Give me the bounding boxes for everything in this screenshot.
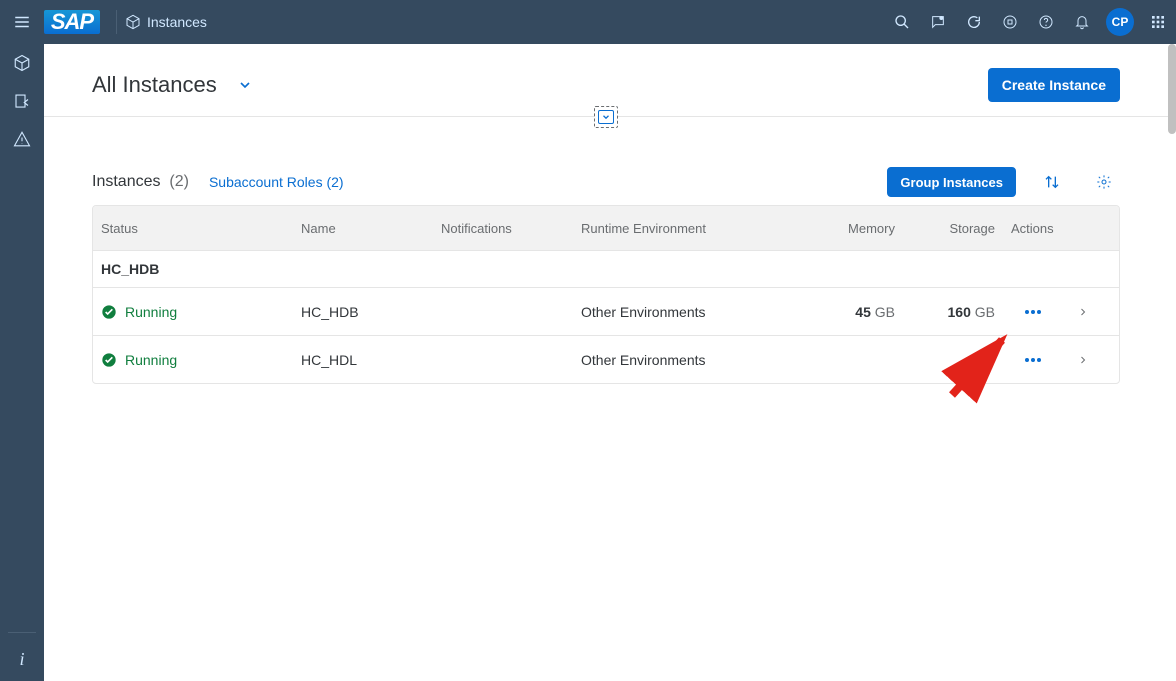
runtime-cell: Other Environments <box>573 294 773 330</box>
check-circle-icon <box>101 304 117 320</box>
grid-icon <box>1150 14 1166 30</box>
table-group-row[interactable]: HC_HDB <box>93 250 1119 287</box>
gear-icon <box>1096 174 1112 190</box>
row-actions <box>1003 338 1063 382</box>
table-row[interactable]: Running HC_HDB Other Environments 45 GB … <box>93 287 1119 335</box>
product-switch-button[interactable] <box>1140 0 1176 44</box>
notifications-button[interactable] <box>1064 0 1100 44</box>
import-icon <box>13 92 31 110</box>
chevron-right-icon <box>1077 306 1089 318</box>
chevron-down-icon <box>601 112 611 122</box>
title-expand-button[interactable] <box>229 69 261 101</box>
row-actions-button[interactable] <box>1017 300 1049 324</box>
scrollbar-thumb[interactable] <box>1168 44 1176 134</box>
bell-icon <box>1074 14 1090 30</box>
feedback-icon <box>930 14 946 30</box>
shellbar-divider <box>116 10 117 34</box>
help-icon <box>1038 14 1054 30</box>
row-actions-button[interactable] <box>1017 348 1049 372</box>
page-header: All Instances Create Instance <box>44 44 1168 117</box>
alert-icon <box>13 130 31 148</box>
help-button[interactable] <box>1028 0 1064 44</box>
left-side-nav: i <box>0 44 44 681</box>
memory-cell <box>773 350 903 370</box>
side-nav-info[interactable]: i <box>0 637 44 681</box>
group-instances-button[interactable]: Group Instances <box>887 167 1016 197</box>
shell-bar: SAP Instances CP <box>0 0 1176 44</box>
storage-cell <box>903 350 1003 370</box>
col-notifications: Notifications <box>433 221 573 236</box>
row-actions <box>1003 290 1063 334</box>
breadcrumb-instances[interactable]: Instances <box>125 14 207 30</box>
side-nav-overview[interactable] <box>0 44 44 82</box>
feedback-button[interactable] <box>920 0 956 44</box>
row-drill-button[interactable] <box>1063 296 1103 328</box>
search-button[interactable] <box>884 0 920 44</box>
memory-cell: 45 GB <box>773 294 903 330</box>
settings-button[interactable] <box>1088 167 1120 197</box>
hamburger-icon <box>13 13 31 31</box>
sort-button[interactable] <box>1036 167 1068 197</box>
row-drill-button[interactable] <box>1063 344 1103 376</box>
header-collapse-handle[interactable] <box>594 106 618 128</box>
instances-table: Status Name Notifications Runtime Enviro… <box>92 205 1120 384</box>
stop-icon <box>1002 14 1018 30</box>
sap-logo: SAP <box>44 10 100 34</box>
name-cell: HC_HDL <box>293 342 433 378</box>
check-circle-icon <box>101 352 117 368</box>
col-memory: Memory <box>773 221 903 236</box>
status-text: Running <box>125 352 177 368</box>
col-runtime: Runtime Environment <box>573 221 773 236</box>
breadcrumb-label: Instances <box>147 14 207 30</box>
list-heading-text: Instances <box>92 173 160 190</box>
search-icon <box>894 14 910 30</box>
subaccount-roles-link[interactable]: Subaccount Roles (2) <box>209 174 344 190</box>
table-row[interactable]: Running HC_HDL Other Environments <box>93 335 1119 383</box>
cube-icon <box>125 14 141 30</box>
name-cell: HC_HDB <box>293 294 433 330</box>
notifications-cell <box>433 350 573 370</box>
stop-button[interactable] <box>992 0 1028 44</box>
chevron-right-icon <box>1077 354 1089 366</box>
sort-icon <box>1044 174 1060 190</box>
storage-cell: 160 GB <box>903 294 1003 330</box>
main-content: All Instances Create Instance Instances … <box>44 44 1168 681</box>
col-storage: Storage <box>903 221 1003 236</box>
status-cell: Running <box>93 342 293 378</box>
col-actions: Actions <box>1003 221 1063 236</box>
list-heading: Instances (2) <box>92 173 189 191</box>
refresh-icon <box>966 14 982 30</box>
list-count: (2) <box>165 173 189 190</box>
refresh-button[interactable] <box>956 0 992 44</box>
cube-icon <box>13 54 31 72</box>
status-text: Running <box>125 304 177 320</box>
col-name: Name <box>293 221 433 236</box>
col-status: Status <box>93 221 293 236</box>
menu-button[interactable] <box>0 0 44 44</box>
avatar[interactable]: CP <box>1106 8 1134 36</box>
create-instance-button[interactable]: Create Instance <box>988 68 1120 102</box>
table-header: Status Name Notifications Runtime Enviro… <box>93 206 1119 250</box>
side-nav-separator <box>8 632 36 633</box>
runtime-cell: Other Environments <box>573 342 773 378</box>
list-toolbar: Instances (2) Subaccount Roles (2) Group… <box>92 147 1120 205</box>
status-cell: Running <box>93 294 293 330</box>
page-title: All Instances <box>92 72 217 98</box>
chevron-down-icon <box>237 77 253 93</box>
side-nav-import[interactable] <box>0 82 44 120</box>
notifications-cell <box>433 302 573 322</box>
side-nav-alerts[interactable] <box>0 120 44 158</box>
